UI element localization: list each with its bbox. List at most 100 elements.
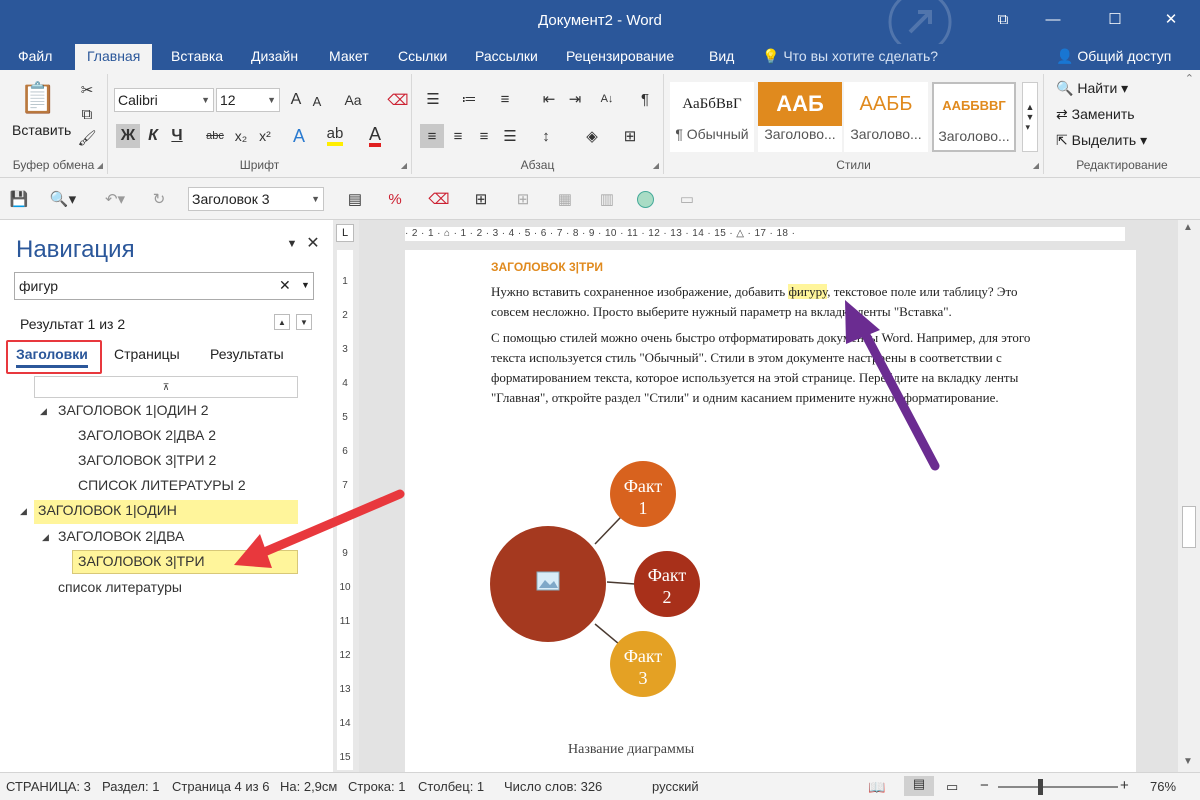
dialog-launcher-icon[interactable]: ◢ [653,161,659,170]
share-button[interactable]: 👤 Общий доступ [1050,44,1177,70]
zoom-slider-track[interactable] [998,786,1118,788]
nav-heading-item[interactable]: список литературы [58,579,182,595]
scroll-up-icon[interactable]: ▲ [1183,222,1193,233]
sort-icon[interactable]: A↓ [596,88,618,110]
dialog-launcher-icon[interactable]: ◢ [1033,161,1039,170]
font-color-icon[interactable]: A [362,124,388,148]
status-position[interactable]: На: 2,9см [280,779,337,794]
styles-scroll-icon[interactable]: ▲ ▼ ▾ [1022,82,1038,152]
bold-button[interactable]: Ж [116,124,140,148]
format-painter-icon[interactable]: 🖌 [76,128,98,148]
zoom-level[interactable]: 76% [1150,779,1176,794]
save-icon[interactable]: 💾 [8,188,30,210]
tab-headings[interactable]: Заголовки [16,346,88,368]
tab-references[interactable]: Ссылки [386,44,459,70]
tab-results[interactable]: Результаты [210,346,284,362]
zoom-out-button[interactable]: − [980,777,989,794]
tab-insert[interactable]: Вставка [159,44,235,70]
close-button[interactable]: ✕ [1148,0,1194,38]
style-heading1[interactable]: ААБ Заголово... [758,82,842,152]
eraser-icon[interactable]: ⌫ [428,188,450,210]
table-icon[interactable]: ▤ [344,188,366,210]
nav-heading-item-current[interactable]: ЗАГОЛОВОК 3|ТРИ [78,553,205,569]
fact-diagram[interactable]: Факт 1 Факт 2 Факт 3 [485,454,725,704]
grid-icon[interactable]: ⊞ [512,188,534,210]
justify-icon[interactable]: ☰ [498,124,522,148]
clear-formatting-icon[interactable]: ⌫ [387,90,408,110]
undo-icon[interactable]: ↶▾ [100,188,130,210]
copy-icon[interactable]: ⧉ [76,104,98,124]
status-pages[interactable]: Страница 4 из 6 [172,779,269,794]
status-word-count[interactable]: Число слов: 326 [504,779,602,794]
vertical-scrollbar[interactable]: ▲ ▼ [1178,220,1200,772]
status-column[interactable]: Столбец: 1 [418,779,484,794]
change-case-button[interactable]: Aa [340,90,366,110]
italic-button[interactable]: К [142,124,164,148]
text-box-icon[interactable]: ▭ [676,188,698,210]
redo-icon[interactable]: ↻ [148,188,170,210]
clear-format-icon[interactable]: % [384,188,406,210]
expand-arrow-icon[interactable]: ◢ [40,406,47,417]
borders-icon[interactable]: ⊞ [616,124,644,148]
font-size-combo[interactable]: 12 ▼ [216,88,280,112]
decrease-indent-icon[interactable]: ⇤ [538,88,560,110]
nav-heading-item[interactable]: СПИСОК ЛИТЕРАТУРЫ 2 [78,477,246,493]
strikethrough-button[interactable]: abc [202,124,228,148]
tab-pages[interactable]: Страницы [114,346,180,362]
paste-button[interactable]: Вставить [12,122,71,138]
next-result-icon[interactable]: ▼ [296,314,312,330]
underline-button[interactable]: Ч [166,124,188,148]
collapse-all-icon[interactable]: ⊼ [34,376,298,398]
collapse-ribbon-icon[interactable]: ⌃ [1185,72,1194,85]
bullets-icon[interactable]: ☰ [420,88,446,110]
numbering-icon[interactable]: ≔ [456,88,482,110]
subscript-button[interactable]: x₂ [230,124,252,148]
table-grid-icon[interactable]: ▦ [554,188,576,210]
shrink-font-button[interactable]: A [308,92,326,110]
find-button[interactable]: 🔍 Найти ▾ [1056,80,1128,97]
align-left-icon[interactable]: ≡ [420,124,444,148]
line-spacing-icon[interactable]: ↕ [532,124,560,148]
chevron-down-icon[interactable]: ▼ [301,280,310,290]
expand-arrow-icon[interactable]: ◢ [42,532,49,543]
columns-icon[interactable]: ▥ [596,188,618,210]
grow-font-button[interactable]: A [286,90,306,110]
dialog-launcher-icon[interactable]: ◢ [401,161,407,170]
status-section[interactable]: Раздел: 1 [102,779,159,794]
style-normal[interactable]: АаБбВвГ ¶ Обычный [670,82,754,152]
style-heading2[interactable]: ААББ Заголово... [844,82,928,152]
scroll-down-icon[interactable]: ▼ [1183,756,1193,767]
nav-heading-item[interactable]: ЗАГОЛОВОК 2|ДВА 2 [78,427,216,443]
increase-indent-icon[interactable]: ⇥ [564,88,586,110]
ribbon-display-options-icon[interactable]: ⧉ [980,0,1026,38]
document-page[interactable]: ЗАГОЛОВОК 3|ТРИ Нужно вставить сохраненн… [405,250,1136,772]
multilevel-list-icon[interactable]: ≡ [492,88,518,110]
minimize-button[interactable]: — [1030,0,1076,38]
nav-heading-item[interactable]: ЗАГОЛОВОК 1|ОДИН 2 [58,402,209,418]
tab-selector[interactable]: L [336,224,354,242]
cut-icon[interactable]: ✂ [76,80,98,100]
expand-arrow-icon[interactable]: ◢ [20,506,27,517]
zoom-slider-thumb[interactable] [1038,779,1043,795]
text-effects-icon[interactable]: A [288,124,310,148]
style-heading3[interactable]: ААББВВГ Заголово... [932,82,1016,152]
tab-review[interactable]: Рецензирование [554,44,686,70]
nav-search-input[interactable]: фигур ✕ ▼ [14,272,314,300]
tab-view[interactable]: Вид [697,44,746,70]
tab-layout[interactable]: Макет [317,44,381,70]
align-center-icon[interactable]: ≡ [446,124,470,148]
replace-button[interactable]: ⇄ Заменить [1056,106,1135,123]
status-line[interactable]: Строка: 1 [348,779,405,794]
insert-table-icon[interactable]: ⊞ [470,188,492,210]
tab-file[interactable]: Файл [6,44,64,70]
tab-design[interactable]: Дизайн [239,44,310,70]
shading-icon[interactable]: ◈ [578,124,606,148]
tell-me-search[interactable]: 💡 Что вы хотите сделать? [762,44,938,70]
dialog-launcher-icon[interactable]: ◢ [97,161,103,170]
previous-result-icon[interactable]: ▲ [274,314,290,330]
status-language[interactable]: русский [652,779,699,794]
align-right-icon[interactable]: ≡ [472,124,496,148]
shape-circle-icon[interactable] [634,188,656,210]
zoom-in-button[interactable]: + [1120,777,1129,794]
maximize-button[interactable]: ☐ [1092,0,1138,38]
